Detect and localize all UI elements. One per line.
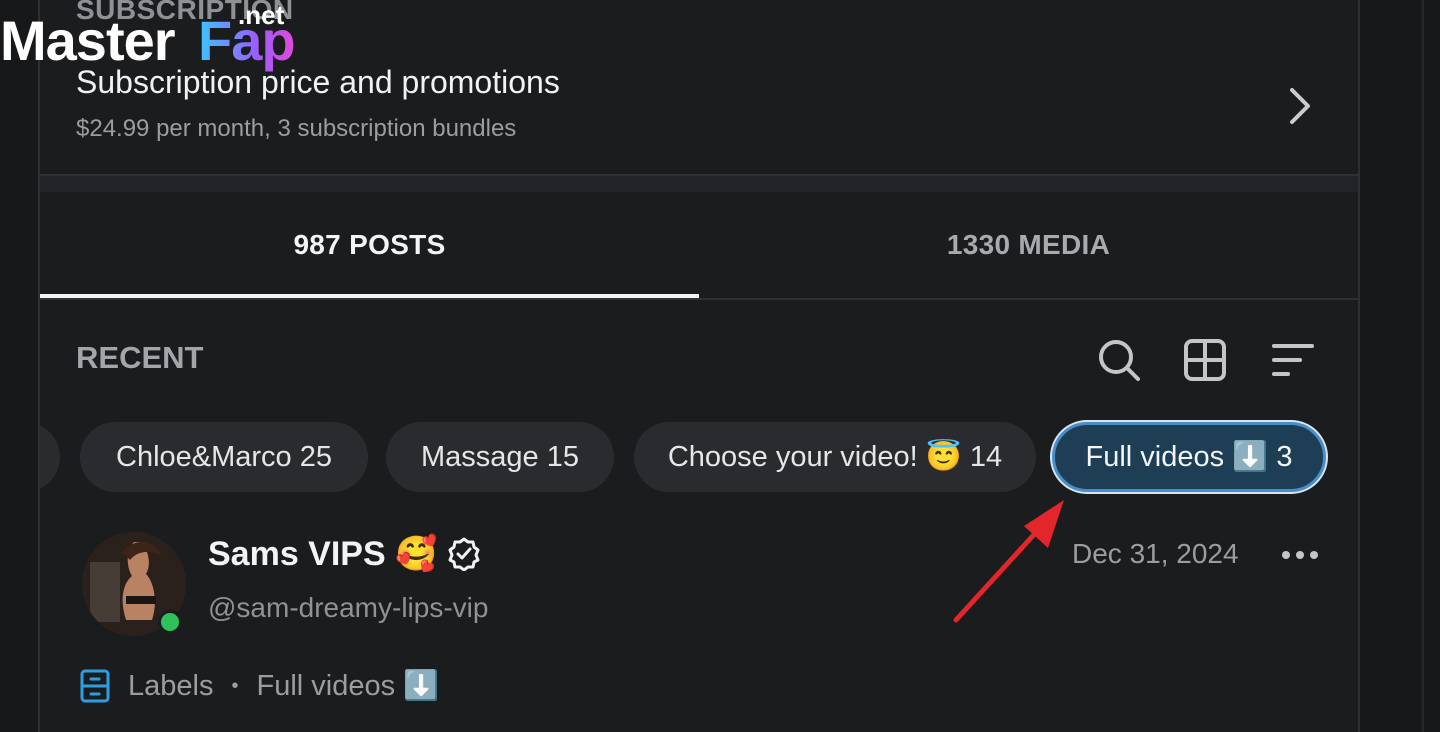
right-gutter: [1360, 0, 1440, 732]
grid-icon[interactable]: [1182, 337, 1228, 383]
labels-icon: [80, 669, 110, 703]
display-name-link[interactable]: Sams VIPS 🥰: [208, 534, 481, 574]
chevron-right-icon[interactable]: [1280, 84, 1320, 128]
active-tab-indicator: [40, 294, 699, 298]
chip-full-videos[interactable]: Full videos ⬇️ 3: [1052, 422, 1326, 492]
profile-feed: SUBSCRIPTION Subscription price and prom…: [38, 0, 1360, 732]
search-icon[interactable]: [1096, 337, 1142, 383]
labels-label: Labels: [128, 669, 214, 702]
post-labels-row: Labels • Full videos ⬇️: [80, 664, 439, 708]
right-divider: [1422, 0, 1424, 732]
section-spacer: [40, 176, 1358, 192]
tab-media[interactable]: 1330 MEDIA: [699, 192, 1358, 298]
watermark-suffix: .net: [238, 0, 285, 30]
label-full-videos[interactable]: Full videos ⬇️: [256, 669, 439, 703]
left-gutter: [0, 0, 38, 732]
more-options-icon[interactable]: [1280, 540, 1320, 570]
profile-tabs: 987 POSTS 1330 MEDIA: [40, 192, 1358, 300]
post-date: Dec 31, 2024: [1072, 538, 1239, 569]
labels-separator: •: [231, 674, 239, 697]
tab-posts[interactable]: 987 POSTS: [40, 192, 699, 298]
watermark-text-a: Master: [0, 9, 176, 72]
chip-choose-your-video[interactable]: Choose your video! 😇 14: [634, 422, 1036, 492]
subscription-subtitle: $24.99 per month, 3 subscription bundles: [76, 115, 517, 142]
page: SUBSCRIPTION Subscription price and prom…: [0, 0, 1440, 732]
verified-badge-icon: [448, 537, 480, 571]
chip-partial[interactable]: [40, 422, 60, 492]
display-name: Sams VIPS 🥰: [208, 535, 438, 573]
online-status-indicator: [158, 610, 182, 634]
watermark-logo: Master Fap .net: [0, 0, 310, 80]
collection-chips: Chloe&Marco 25 Massage 15 Choose your vi…: [40, 420, 1358, 494]
chip-massage[interactable]: Massage 15: [386, 422, 614, 492]
recent-label: RECENT: [76, 340, 204, 375]
username-handle[interactable]: @sam-dreamy-lips-vip: [208, 592, 488, 624]
sort-icon[interactable]: [1270, 337, 1316, 383]
chip-chloe-marco[interactable]: Chloe&Marco 25: [80, 422, 368, 492]
